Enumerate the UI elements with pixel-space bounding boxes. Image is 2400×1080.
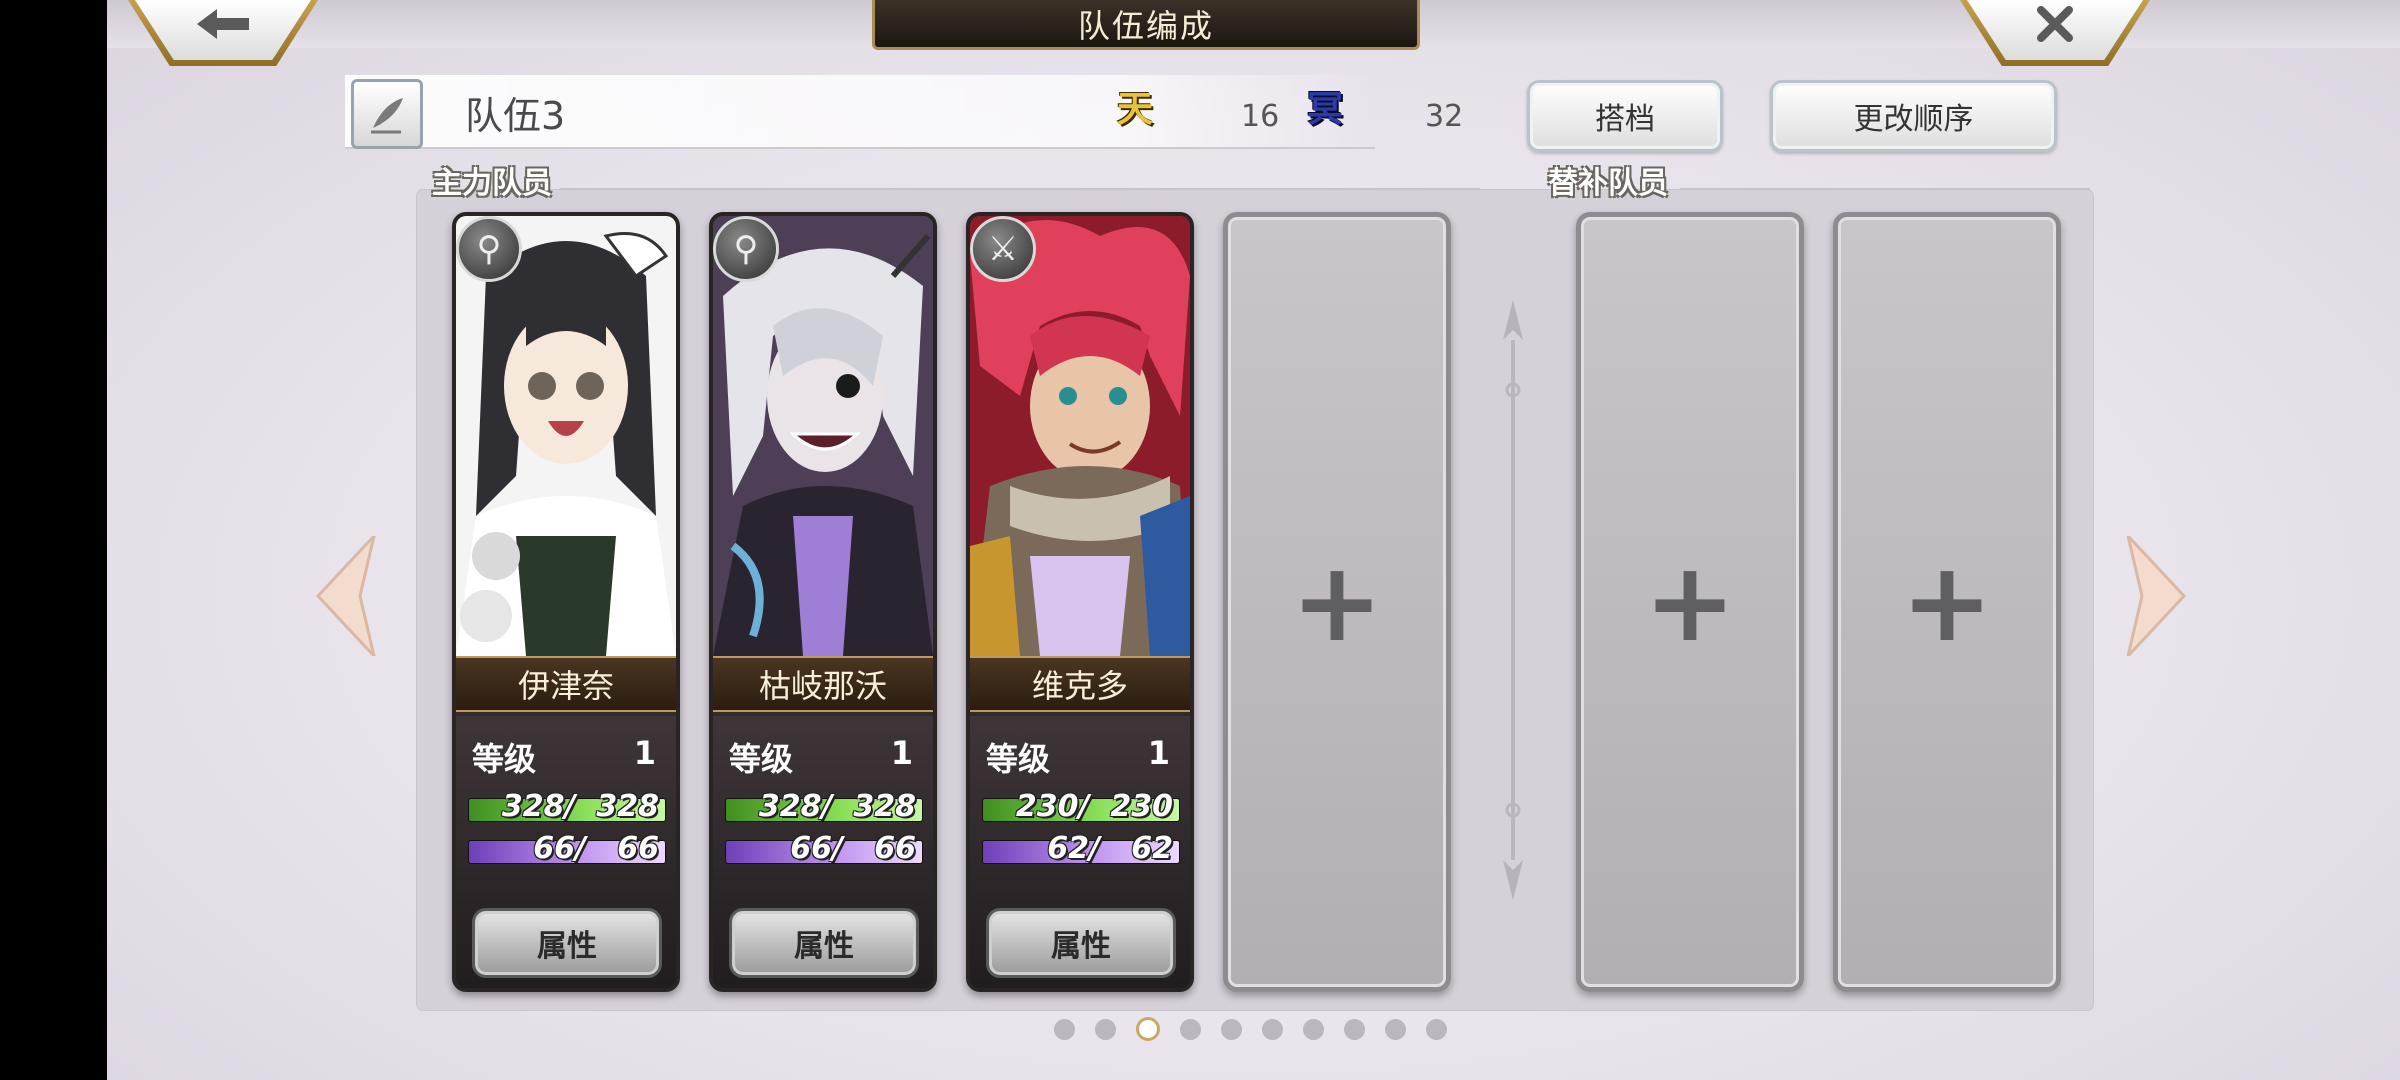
empty-sub-slot[interactable]: + [1833, 212, 2061, 992]
member-portrait [713, 216, 933, 656]
hp-value: 328/ 328 [758, 789, 916, 824]
close-icon [2037, 6, 2073, 42]
team-pagination [1054, 1017, 1447, 1041]
hp-bar: 230/ 230 [982, 789, 1180, 824]
main-members-label: 主力队员 [432, 166, 552, 201]
member-name: 维克多 [970, 656, 1190, 712]
member-stats: 等级 1 328/ 328 66/ 66 属性 [456, 716, 676, 988]
sub-members-label: 替补队员 [1548, 166, 1668, 201]
member-portrait [456, 216, 676, 656]
rename-team-button[interactable] [351, 79, 423, 149]
screen-title: 队伍编成 [872, 0, 1420, 50]
attributes-button[interactable]: 属性 [472, 908, 662, 978]
member-portrait [970, 216, 1190, 656]
pagination-dot[interactable] [1221, 1018, 1242, 1040]
change-order-button[interactable]: 更改顺序 [1770, 80, 2057, 152]
quill-pen-icon [371, 98, 403, 134]
pagination-dot[interactable] [1054, 1018, 1075, 1040]
team-header: 队伍3 天 16 冥 32 [345, 75, 1463, 149]
heaven-element-icon: 天 [1116, 89, 1153, 130]
staff-icon: ⚲ [456, 216, 522, 282]
pagination-dot[interactable] [1262, 1018, 1283, 1040]
member-name: 枯岐那沃 [713, 656, 933, 712]
pagination-dot[interactable] [1385, 1018, 1406, 1040]
sword-icon: ⚔ [970, 216, 1036, 282]
member-card[interactable]: ⚔ 维克多 等级 1 230/ 230 62/ 62 属性 [966, 212, 1194, 992]
add-member-icon: + [1643, 538, 1737, 666]
section-divider [1503, 300, 1523, 900]
pagination-dot-active[interactable] [1136, 1017, 1160, 1041]
mp-value: 66/ 66 [790, 831, 916, 866]
team-name: 队伍3 [465, 94, 566, 138]
add-member-icon: + [1900, 538, 1994, 666]
mp-bar: 66/ 66 [468, 831, 666, 866]
hp-value: 328/ 328 [501, 789, 659, 824]
pagination-dot[interactable] [1180, 1018, 1201, 1040]
empty-sub-slot[interactable]: + [1576, 212, 1804, 992]
heaven-element-count: 16 [1241, 99, 1280, 134]
staff-icon: ⚲ [713, 216, 779, 282]
next-team-arrow-icon[interactable] [2124, 536, 2188, 656]
level-label: 等级 [472, 740, 537, 778]
previous-team-arrow-icon[interactable] [314, 536, 378, 656]
dark-element-count: 32 [1425, 99, 1464, 134]
level-label: 等级 [729, 740, 794, 778]
mp-value: 62/ 62 [1047, 831, 1173, 866]
hp-value: 230/ 230 [1015, 789, 1173, 824]
attributes-button[interactable]: 属性 [986, 908, 1176, 978]
main-section-line [560, 188, 1480, 190]
pagination-dot[interactable] [1095, 1018, 1116, 1040]
back-arrow-icon [197, 9, 249, 39]
mp-bar: 62/ 62 [982, 831, 1180, 866]
attributes-button[interactable]: 属性 [729, 908, 919, 978]
pagination-dot[interactable] [1344, 1018, 1365, 1040]
mp-bar: 66/ 66 [725, 831, 923, 866]
member-stats: 等级 1 230/ 230 62/ 62 属性 [970, 716, 1190, 988]
dark-element-icon: 冥 [1306, 89, 1343, 130]
pagination-dot[interactable] [1426, 1018, 1447, 1040]
sub-section-line [1680, 188, 2090, 190]
hp-bar: 328/ 328 [468, 789, 666, 824]
level-value: 1 [890, 734, 913, 772]
member-name: 伊津奈 [456, 656, 676, 712]
level-value: 1 [633, 734, 656, 772]
level-value: 1 [1147, 734, 1170, 772]
hp-bar: 328/ 328 [725, 789, 923, 824]
member-stats: 等级 1 328/ 328 66/ 66 属性 [713, 716, 933, 988]
member-card[interactable]: ⚲ 伊津奈 等级 1 328/ 328 66/ 66 属性 [452, 212, 680, 992]
pagination-dot[interactable] [1303, 1018, 1324, 1040]
add-member-icon: + [1290, 538, 1384, 666]
partner-button[interactable]: 搭档 [1527, 80, 1723, 152]
empty-member-slot[interactable]: + [1223, 212, 1451, 992]
level-label: 等级 [986, 740, 1051, 778]
mp-value: 66/ 66 [533, 831, 659, 866]
member-card[interactable]: ⚲ 枯岐那沃 等级 1 328/ 328 66/ 66 属性 [709, 212, 937, 992]
